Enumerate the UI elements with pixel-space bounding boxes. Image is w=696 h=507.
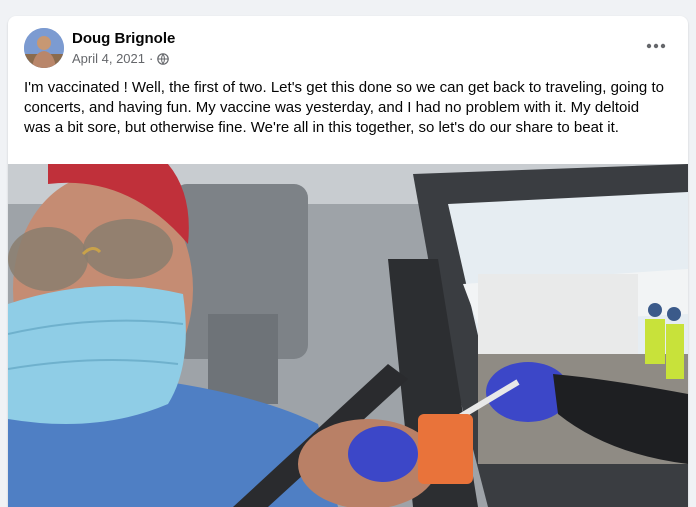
avatar-photo <box>24 28 64 68</box>
post-meta: April 4, 2021 · <box>72 51 170 66</box>
vaccination-photo <box>8 164 688 507</box>
post-card: Doug Brignole April 4, 2021 · I'm vaccin… <box>8 16 688 507</box>
author-avatar[interactable] <box>24 28 64 68</box>
more-options-icon[interactable] <box>638 34 674 58</box>
meta-separator: · <box>149 51 154 66</box>
post-photo[interactable] <box>8 164 688 507</box>
globe-icon[interactable] <box>157 52 170 65</box>
post-text: I'm vaccinated ! Well, the first of two.… <box>24 79 664 136</box>
author-name[interactable]: Doug Brignole <box>72 30 175 47</box>
post-date[interactable]: April 4, 2021 <box>72 51 145 66</box>
post-header: Doug Brignole April 4, 2021 · <box>8 16 688 72</box>
